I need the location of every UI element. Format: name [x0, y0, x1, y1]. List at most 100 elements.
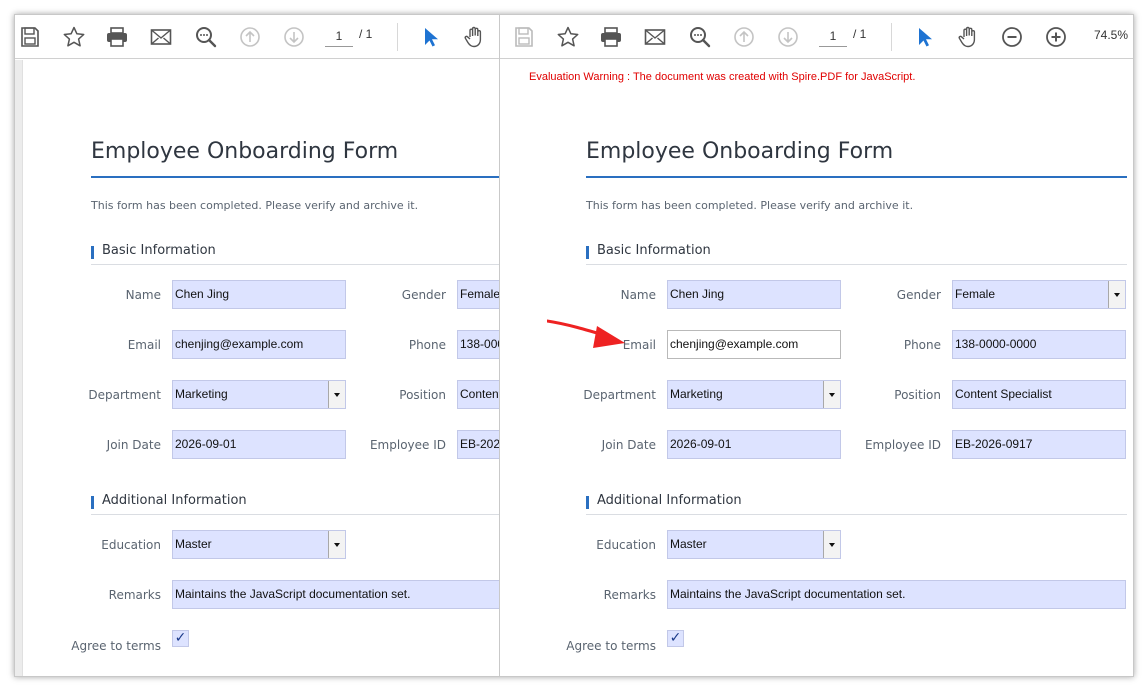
section-additional-information: Additional Information — [586, 493, 1127, 515]
position-field[interactable]: Content Specialist — [952, 380, 1126, 409]
join-date-value: 2026-09-01 — [670, 437, 732, 451]
arrow-up-icon[interactable] — [730, 24, 758, 50]
gender-label: Gender — [896, 288, 941, 302]
join-date-field[interactable]: 2026-09-01 — [172, 430, 346, 459]
gender-select[interactable]: Female — [457, 280, 499, 309]
remarks-value: Maintains the JavaScript documentation s… — [175, 587, 411, 601]
education-value: Master — [175, 537, 212, 551]
department-value: Marketing — [175, 387, 228, 401]
gender-label: Gender — [401, 288, 446, 302]
arrow-down-icon[interactable] — [774, 24, 802, 50]
form-title: Employee Onboarding Form — [91, 139, 399, 164]
chevron-down-icon[interactable] — [823, 381, 840, 408]
education-label: Education — [596, 538, 656, 552]
right-toolbar: 1 / 1 74.5% — [500, 15, 1133, 59]
section-marker — [586, 496, 589, 509]
phone-field[interactable]: 138-0000-0000 — [457, 330, 499, 359]
title-divider — [586, 176, 1127, 178]
department-label: Department — [583, 388, 656, 402]
department-select[interactable]: Marketing — [667, 380, 841, 409]
phone-value: 138-0000-0000 — [955, 337, 1037, 351]
remarks-label: Remarks — [603, 588, 656, 602]
education-select[interactable]: Master — [172, 530, 346, 559]
join-date-label: Join Date — [601, 438, 656, 452]
section-basic-information: Basic Information — [91, 243, 499, 265]
gender-select[interactable]: Female — [952, 280, 1126, 309]
title-divider — [91, 176, 499, 178]
name-label: Name — [620, 288, 656, 302]
section-title: Additional Information — [597, 493, 742, 508]
remarks-value: Maintains the JavaScript documentation s… — [670, 587, 906, 601]
page-number-input[interactable]: 1 — [819, 25, 847, 47]
name-field[interactable]: Chen Jing — [172, 280, 346, 309]
hand-icon[interactable] — [954, 24, 982, 50]
chevron-down-icon[interactable] — [328, 531, 345, 558]
position-field[interactable]: Content Specialist — [457, 380, 499, 409]
section-marker — [91, 496, 94, 509]
education-select[interactable]: Master — [667, 530, 841, 559]
print-icon[interactable] — [103, 24, 131, 50]
department-select[interactable]: Marketing — [172, 380, 346, 409]
agree-checkbox[interactable]: ✓ — [172, 630, 189, 647]
save-icon[interactable] — [16, 24, 44, 50]
email-field[interactable]: chenjing@example.com — [172, 330, 346, 359]
section-additional-information: Additional Information — [91, 493, 499, 515]
zoom-out-icon[interactable] — [998, 24, 1026, 50]
chevron-down-icon[interactable] — [1108, 281, 1125, 308]
cursor-icon[interactable] — [910, 24, 938, 50]
department-label: Department — [88, 388, 161, 402]
phone-field[interactable]: 138-0000-0000 — [952, 330, 1126, 359]
phone-label: Phone — [408, 338, 446, 352]
left-toolbar: 1 / 1 — [15, 15, 499, 59]
annotation-arrow-icon — [547, 319, 625, 348]
viewer-window: 1 / 1 Employee Onboarding Form This form… — [14, 14, 1134, 677]
star-icon[interactable] — [60, 24, 88, 50]
page-number-input[interactable]: 1 — [325, 25, 353, 47]
email-value: chenjing@example.com — [670, 337, 799, 351]
print-icon[interactable] — [597, 24, 625, 50]
page-total: / 1 — [853, 27, 867, 41]
agree-checkbox[interactable]: ✓ — [667, 630, 684, 647]
toolbar-divider — [397, 23, 398, 51]
search-icon[interactable] — [686, 24, 714, 50]
section-marker — [586, 246, 589, 259]
gender-value: Female — [460, 287, 499, 301]
chevron-down-icon[interactable] — [328, 381, 345, 408]
join-date-field[interactable]: 2026-09-01 — [667, 430, 841, 459]
star-icon[interactable] — [554, 24, 582, 50]
zoom-level[interactable]: 74.5% — [1094, 28, 1128, 42]
toolbar-divider — [891, 23, 892, 51]
evaluation-warning: Evaluation Warning : The document was cr… — [529, 71, 916, 83]
remarks-field[interactable]: Maintains the JavaScript documentation s… — [667, 580, 1126, 609]
zoom-in-icon[interactable] — [1042, 24, 1070, 50]
form-title: Employee Onboarding Form — [586, 139, 894, 164]
email-label: Email — [127, 338, 161, 352]
position-label: Position — [894, 388, 941, 402]
arrow-down-icon[interactable] — [280, 24, 308, 50]
search-icon[interactable] — [192, 24, 220, 50]
section-title: Basic Information — [102, 243, 216, 258]
cursor-icon[interactable] — [416, 24, 444, 50]
name-field[interactable]: Chen Jing — [667, 280, 841, 309]
employee-id-field[interactable]: EB-2026-0917 — [952, 430, 1126, 459]
position-label: Position — [399, 388, 446, 402]
education-label: Education — [101, 538, 161, 552]
name-label: Name — [125, 288, 161, 302]
position-value: Content Specialist — [955, 387, 1052, 401]
remarks-field[interactable]: Maintains the JavaScript documentation s… — [172, 580, 499, 609]
agree-label: Agree to terms — [566, 639, 656, 653]
remarks-label: Remarks — [108, 588, 161, 602]
section-basic-information: Basic Information — [586, 243, 1127, 265]
employee-id-field[interactable]: EB-2026-0917 — [457, 430, 499, 459]
left-page-gutter — [15, 60, 23, 676]
education-value: Master — [670, 537, 707, 551]
email-value: chenjing@example.com — [175, 337, 304, 351]
hand-icon[interactable] — [460, 24, 488, 50]
mail-icon[interactable] — [147, 24, 175, 50]
save-icon[interactable] — [510, 24, 538, 50]
chevron-down-icon[interactable] — [823, 531, 840, 558]
arrow-up-icon[interactable] — [236, 24, 264, 50]
mail-icon[interactable] — [641, 24, 669, 50]
section-title: Additional Information — [102, 493, 247, 508]
email-field[interactable]: chenjing@example.com — [667, 330, 841, 359]
